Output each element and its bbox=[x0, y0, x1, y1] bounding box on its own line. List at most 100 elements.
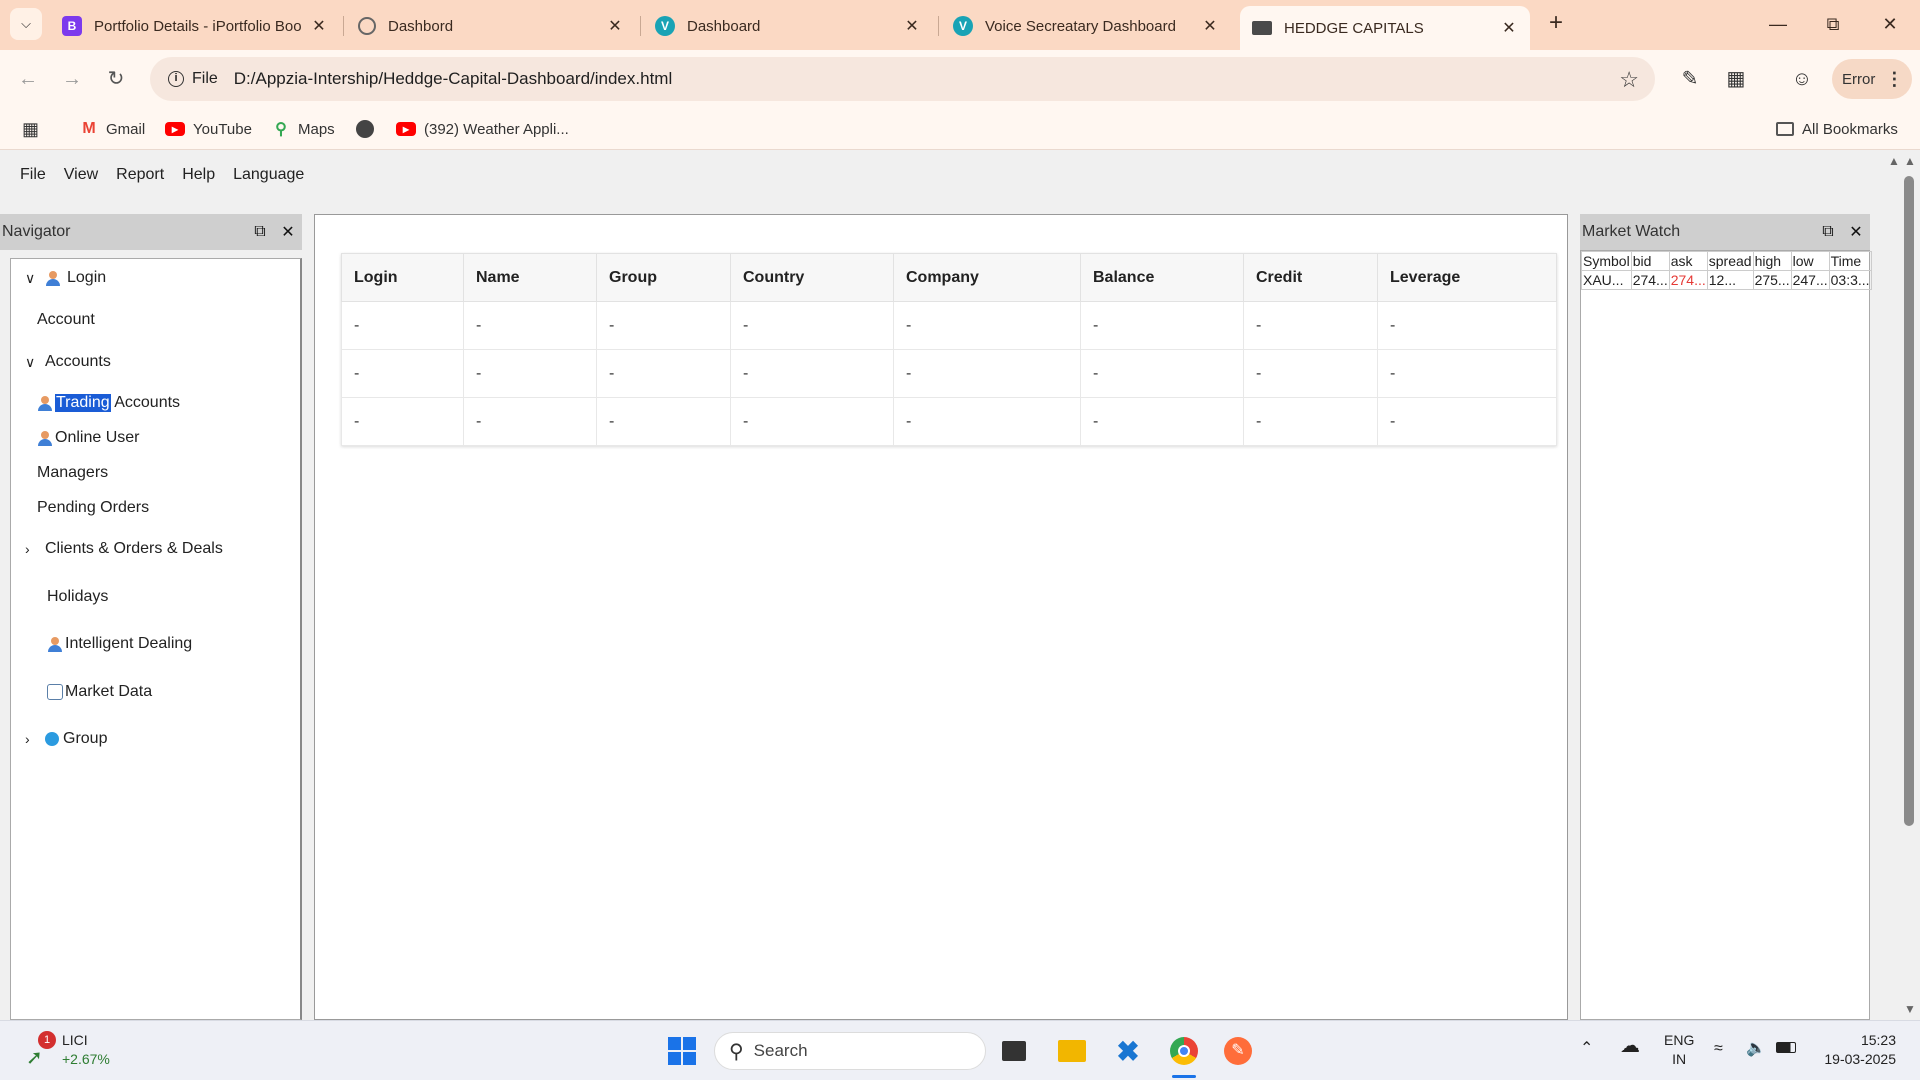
close-tab-icon[interactable]: ✕ bbox=[606, 16, 624, 36]
onedrive-cloud-icon[interactable]: ☁ bbox=[1620, 1036, 1640, 1056]
taskbar-file-explorer[interactable] bbox=[1054, 1033, 1090, 1069]
restore-button[interactable]: ⧉ bbox=[1813, 8, 1853, 40]
close-icon[interactable]: ✕ bbox=[1842, 222, 1870, 242]
menu-view[interactable]: View bbox=[64, 166, 98, 184]
mw-column-high[interactable]: high bbox=[1752, 251, 1792, 271]
browser-tab-active[interactable]: HEDDGE CAPITALS ✕ bbox=[1240, 6, 1530, 50]
scrollbar-thumb[interactable] bbox=[1904, 176, 1914, 826]
tree-item-login[interactable]: ∨ Login bbox=[25, 269, 106, 287]
column-header-name[interactable]: Name bbox=[463, 253, 597, 302]
menu-file[interactable]: File bbox=[20, 166, 46, 184]
browser-tab[interactable]: Dashbord ✕ bbox=[346, 6, 636, 46]
language-indicator[interactable]: ENG IN bbox=[1664, 1031, 1694, 1069]
tree-item-account[interactable]: Account bbox=[37, 311, 95, 329]
forward-button[interactable]: → bbox=[56, 63, 88, 95]
taskbar-task-view[interactable] bbox=[996, 1033, 1032, 1069]
new-tab-button[interactable]: + bbox=[1542, 10, 1570, 38]
tree-item-intelligent-dealing[interactable]: Intelligent Dealing bbox=[47, 635, 192, 653]
scroll-down-icon[interactable]: ▼ bbox=[1904, 1002, 1916, 1016]
gmail-icon: M bbox=[82, 120, 96, 137]
tab-search-button[interactable]: ⌵ bbox=[10, 8, 42, 40]
scroll-up-icon[interactable]: ▲ bbox=[1888, 154, 1900, 168]
menu-report[interactable]: Report bbox=[116, 166, 164, 184]
profile-error-button[interactable]: Error ⋮ bbox=[1832, 59, 1912, 99]
stock-widget[interactable]: ➚ 1 LICI +2.67% bbox=[24, 1031, 110, 1069]
tree-item-managers[interactable]: Managers bbox=[37, 464, 108, 482]
menu-language[interactable]: Language bbox=[233, 166, 304, 184]
minimize-button[interactable]: — bbox=[1758, 8, 1798, 40]
browser-tab[interactable]: B Portfolio Details - iPortfolio Boo ✕ bbox=[50, 6, 340, 46]
url-text[interactable]: D:/Appzia-Intership/Heddge-Capital-Dashb… bbox=[234, 69, 672, 89]
browser-tab[interactable]: V Voice Secreatary Dashboard ✕ bbox=[941, 6, 1231, 46]
flag-icon bbox=[1252, 21, 1272, 35]
mw-column-time[interactable]: Time bbox=[1828, 251, 1872, 271]
table-row[interactable]: - - - - - - - - bbox=[341, 301, 1557, 350]
tree-item-online-user[interactable]: Online User bbox=[37, 429, 139, 447]
bookmark-weather[interactable]: ▶ (392) Weather Appli... bbox=[396, 117, 569, 141]
close-icon[interactable]: ✕ bbox=[274, 222, 302, 242]
bookmark-youtube[interactable]: ▶ YouTube bbox=[165, 117, 252, 141]
table-cell: - bbox=[463, 301, 597, 350]
close-tab-icon[interactable]: ✕ bbox=[310, 16, 328, 36]
column-header-login[interactable]: Login bbox=[341, 253, 464, 302]
browser-tab[interactable]: V Dashboard ✕ bbox=[643, 6, 933, 46]
column-header-country[interactable]: Country bbox=[730, 253, 894, 302]
mw-column-spread[interactable]: spread bbox=[1706, 251, 1754, 271]
market-watch-body: Symbol bid ask spread high low Time XAU.… bbox=[1580, 250, 1872, 1020]
pen-extension-icon[interactable]: ✎ bbox=[1674, 63, 1706, 95]
volume-icon[interactable]: 🔈 bbox=[1746, 1039, 1766, 1058]
taskbar-vscode[interactable]: ✖ bbox=[1110, 1033, 1146, 1069]
wifi-icon[interactable]: ≈ bbox=[1714, 1039, 1723, 1058]
bookmark-maps[interactable]: ⚲ Maps bbox=[272, 117, 335, 141]
column-header-leverage[interactable]: Leverage bbox=[1377, 253, 1557, 302]
tray-chevron-up-icon[interactable]: ⌃ bbox=[1580, 1039, 1593, 1058]
taskbar-draw-app[interactable]: ✎ bbox=[1220, 1033, 1256, 1069]
tree-item-group[interactable]: › Group bbox=[25, 730, 107, 748]
close-window-button[interactable]: ✕ bbox=[1870, 8, 1910, 40]
table-row[interactable]: - - - - - - - - bbox=[341, 349, 1557, 398]
bookmark-gmail[interactable]: M Gmail bbox=[80, 117, 145, 141]
column-header-balance[interactable]: Balance bbox=[1080, 253, 1244, 302]
page-scrollbar[interactable]: ▲ ▲ ▼ bbox=[1886, 150, 1916, 1020]
column-header-group[interactable]: Group bbox=[596, 253, 731, 302]
reload-button[interactable]: ↻ bbox=[100, 63, 132, 95]
mw-cell-symbol: XAU... bbox=[1581, 270, 1632, 290]
tree-item-holidays[interactable]: Holidays bbox=[47, 588, 108, 606]
tree-item-pending-orders[interactable]: Pending Orders bbox=[37, 499, 149, 517]
menu-help[interactable]: Help bbox=[182, 166, 215, 184]
undock-icon[interactable]: ⧉ bbox=[246, 223, 274, 241]
tree-item-accounts[interactable]: ∨ Accounts bbox=[25, 353, 111, 371]
profile-avatar-icon[interactable]: ☺ bbox=[1786, 63, 1818, 95]
back-button[interactable]: ← bbox=[12, 63, 44, 95]
extensions-puzzle-icon[interactable]: ▦ bbox=[1720, 63, 1752, 95]
column-header-company[interactable]: Company bbox=[893, 253, 1081, 302]
taskbar-chrome[interactable] bbox=[1166, 1033, 1202, 1069]
close-tab-icon[interactable]: ✕ bbox=[1201, 16, 1219, 36]
undock-icon[interactable]: ⧉ bbox=[1814, 223, 1842, 241]
mw-column-symbol[interactable]: Symbol bbox=[1581, 251, 1632, 271]
apps-grid-button[interactable]: ▦ bbox=[22, 117, 39, 141]
kebab-menu-icon[interactable]: ⋮ bbox=[1885, 69, 1903, 90]
mw-column-ask[interactable]: ask bbox=[1668, 251, 1708, 271]
battery-icon[interactable] bbox=[1776, 1039, 1796, 1058]
clock[interactable]: 15:23 19-03-2025 bbox=[1816, 1031, 1896, 1069]
tree-item-market-data[interactable]: Market Data bbox=[47, 683, 152, 701]
close-tab-icon[interactable]: ✕ bbox=[903, 16, 921, 36]
mw-column-low[interactable]: low bbox=[1790, 251, 1830, 271]
bookmark-star-icon[interactable]: ☆ bbox=[1619, 67, 1639, 93]
tree-item-trading-accounts[interactable]: Trading Accounts bbox=[37, 394, 180, 412]
v-logo-icon: V bbox=[953, 16, 973, 36]
address-bar[interactable]: i File D:/Appzia-Intership/Heddge-Capita… bbox=[150, 57, 1655, 101]
all-bookmarks-button[interactable]: All Bookmarks bbox=[1776, 117, 1898, 141]
market-watch-row[interactable]: XAU... 274... 274... 12... 275... 247...… bbox=[1581, 270, 1872, 290]
mw-column-bid[interactable]: bid bbox=[1630, 251, 1670, 271]
site-info-chip[interactable]: i File bbox=[158, 63, 228, 95]
close-tab-icon[interactable]: ✕ bbox=[1500, 18, 1518, 38]
scroll-up-icon[interactable]: ▲ bbox=[1904, 154, 1916, 168]
table-row[interactable]: - - - - - - - - bbox=[341, 397, 1557, 446]
taskbar-search[interactable]: ⚲ Search bbox=[714, 1032, 986, 1070]
start-button[interactable] bbox=[664, 1033, 700, 1069]
tree-item-clients-orders-deals[interactable]: › Clients & Orders & Deals bbox=[25, 540, 223, 558]
column-header-credit[interactable]: Credit bbox=[1243, 253, 1378, 302]
bookmark-globe[interactable] bbox=[356, 117, 382, 141]
